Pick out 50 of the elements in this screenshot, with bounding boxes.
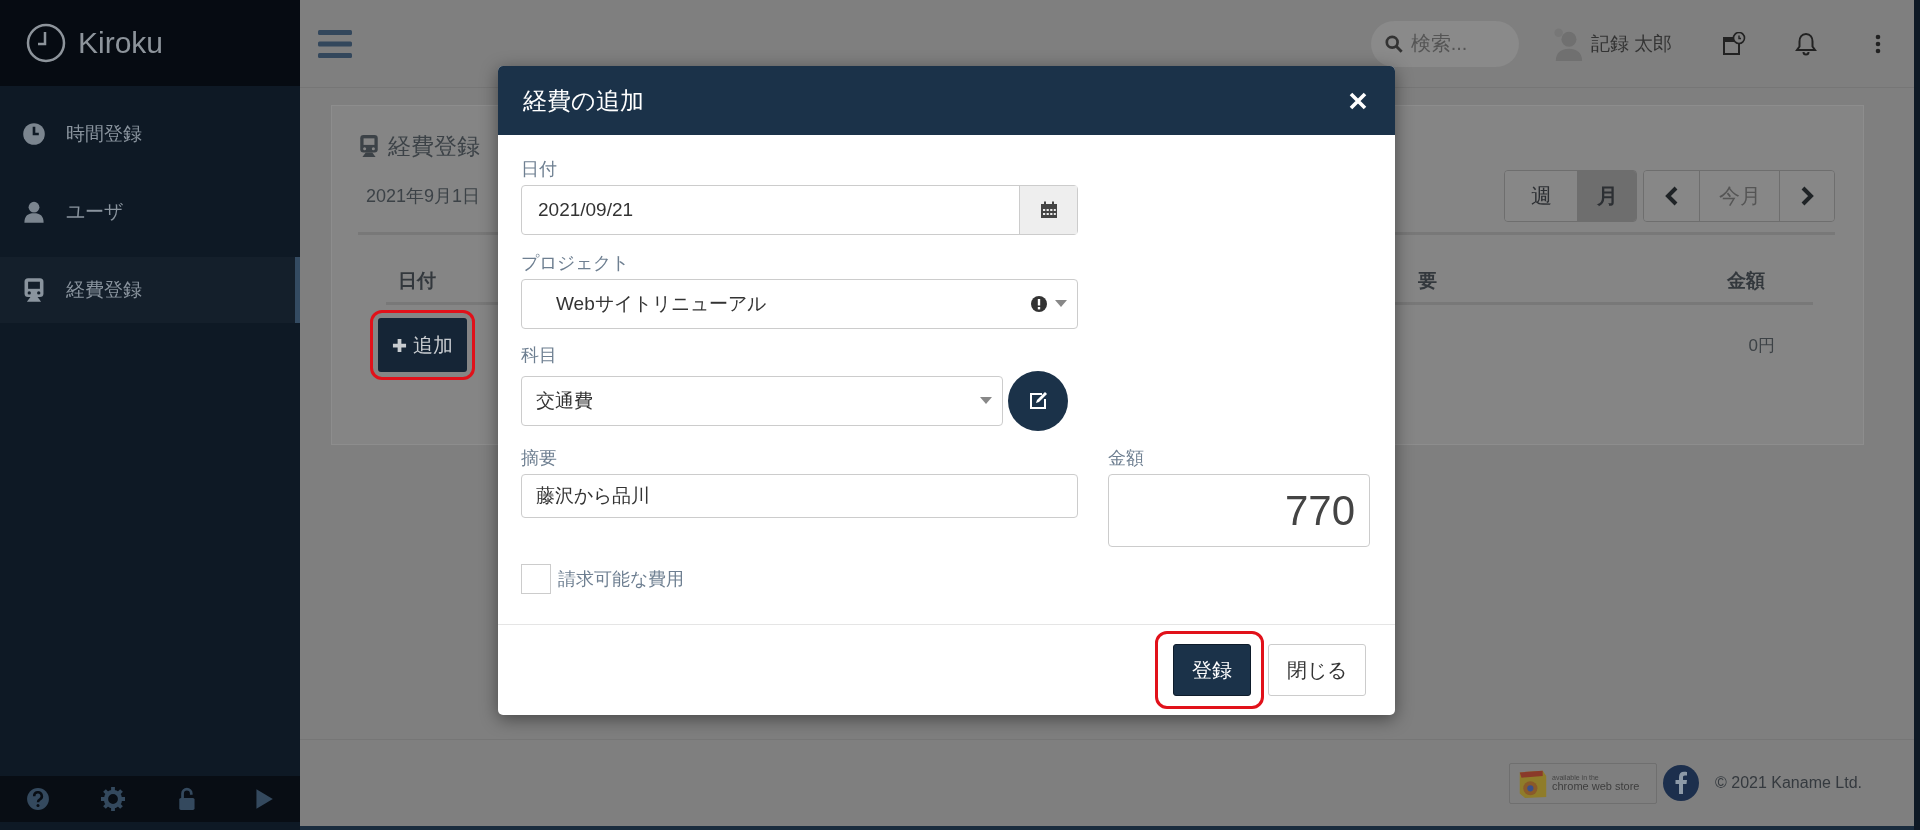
calendar-icon <box>1039 201 1058 219</box>
chevron-right-icon <box>1800 186 1814 206</box>
amount-field[interactable]: 770 <box>1108 474 1370 547</box>
plus-icon <box>392 337 407 353</box>
chevron-left-icon <box>1664 186 1679 206</box>
date-range: 2021年9月1日 <box>365 185 481 208</box>
column-header: 金額 <box>1727 269 1765 293</box>
caret-down-icon <box>980 397 992 405</box>
exclamation-icon <box>1031 296 1047 312</box>
field-label: 科目 <box>521 344 558 367</box>
clock-icon <box>22 122 46 146</box>
category-select[interactable]: 交通費 <box>521 376 1003 426</box>
edit-icon <box>1028 391 1048 411</box>
description-field[interactable]: 藤沢から品川 <box>521 474 1078 518</box>
add-button[interactable]: 追加 <box>378 318 467 372</box>
table-cell-text: 0円 <box>1748 334 1775 357</box>
edit-button[interactable] <box>1008 371 1068 431</box>
close-icon <box>1349 91 1367 110</box>
train-icon <box>22 277 46 303</box>
date-field[interactable]: 2021/09/21 <box>521 185 1078 235</box>
menu-icon[interactable] <box>318 29 352 58</box>
field-label: 摘要 <box>521 447 558 470</box>
bell-icon[interactable] <box>1794 31 1818 56</box>
badge-title: chrome web store <box>1552 781 1640 792</box>
column-header: 日付 <box>398 269 436 293</box>
project-select[interactable]: Webサイトリニューアル <box>521 279 1078 329</box>
sidebar-item[interactable]: 時間登録 <box>0 101 300 167</box>
user-icon <box>22 200 46 224</box>
sidebar-item[interactable]: 経費登録 <box>0 257 300 323</box>
checkbox[interactable] <box>521 564 551 594</box>
train-icon <box>358 134 380 158</box>
calendar-clock-icon[interactable] <box>1722 31 1746 56</box>
user-name[interactable]: 記録 太郎 <box>1590 30 1672 57</box>
sidebar-item[interactable]: ユーザ <box>0 179 300 245</box>
clock-logo-icon <box>26 23 66 63</box>
app-logo-text: Kiroku <box>78 26 164 60</box>
copyright-text: © 2021 Kaname Ltd. <box>1715 774 1862 792</box>
close-dialog-button[interactable]: 閉じる <box>1268 644 1366 696</box>
facebook-icon[interactable] <box>1663 765 1699 801</box>
submit-button[interactable]: 登録 <box>1173 644 1251 696</box>
card-title: 経費登録 <box>388 131 480 161</box>
field-label: 日付 <box>521 158 558 181</box>
checkbox-label[interactable]: 請求可能な費用 <box>558 567 684 591</box>
field-label: 金額 <box>1108 447 1145 470</box>
field-label: プロジェクト <box>521 252 630 275</box>
column-header: 要 <box>1418 269 1437 293</box>
next-button[interactable] <box>1779 171 1834 221</box>
dialog-title: 経費の追加 <box>523 85 644 116</box>
caret-down-icon <box>1055 300 1067 308</box>
search-icon <box>1384 34 1403 53</box>
